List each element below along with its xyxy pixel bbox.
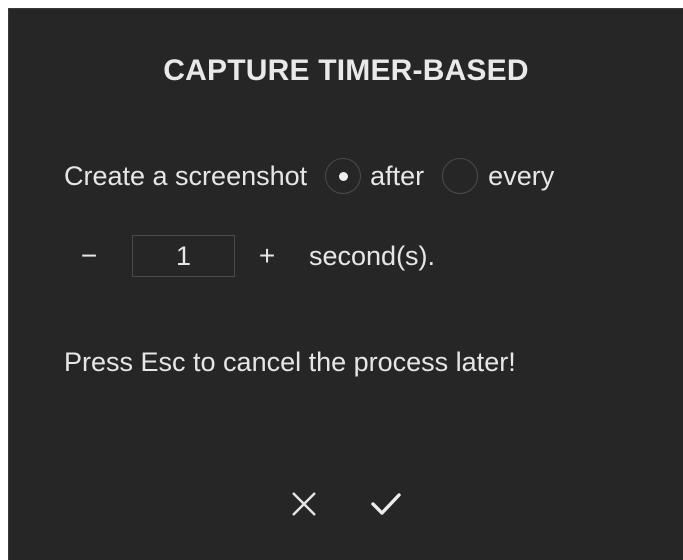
prompt-label: Create a screenshot (64, 160, 308, 191)
close-icon (292, 492, 316, 516)
mode-row: Create a screenshot after every (64, 156, 554, 196)
capture-timer-dialog: CAPTURE TIMER-BASED Create a screenshot … (8, 8, 683, 560)
radio-every[interactable] (442, 158, 479, 194)
radio-after[interactable] (325, 158, 362, 194)
decrement-button[interactable]: − (77, 240, 101, 272)
interval-row: − + second(s). (77, 235, 435, 277)
dialog-actions (279, 479, 411, 529)
checkmark-icon (371, 493, 401, 515)
unit-label: second(s). (309, 240, 436, 271)
hint-text: Press Esc to cancel the process later! (64, 347, 516, 377)
radio-after-label[interactable]: after (370, 161, 424, 192)
interval-input[interactable] (132, 235, 235, 277)
dialog-title: CAPTURE TIMER-BASED (163, 54, 529, 87)
radio-selected-dot (338, 171, 348, 181)
confirm-button[interactable] (361, 479, 411, 529)
increment-button[interactable]: + (255, 240, 279, 272)
cancel-button[interactable] (279, 479, 329, 529)
radio-every-label[interactable]: every (488, 161, 554, 192)
